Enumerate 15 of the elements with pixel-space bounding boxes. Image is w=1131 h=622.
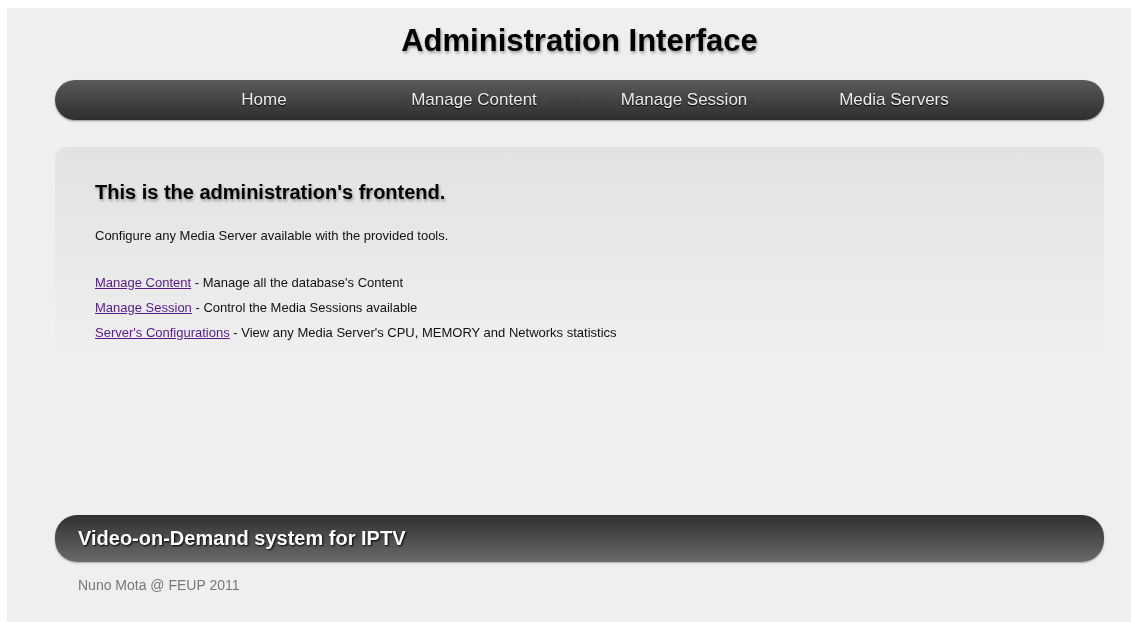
intro-text: Configure any Media Server available with the provided tools.: [95, 228, 450, 243]
page-title: Administration Interface: [401, 24, 758, 60]
nav-link[interactable]: Media Servers: [789, 90, 999, 110]
section-link[interactable]: Manage Session: [95, 300, 192, 315]
nav-link[interactable]: Manage Session: [579, 90, 789, 110]
footer-title: Video-on-Demand system for IPTV: [78, 527, 406, 550]
section-link[interactable]: Manage Content: [95, 275, 192, 290]
section-link[interactable]: Server's Configurations: [95, 325, 230, 340]
link-description: Manage Session - Control the Media Sessions available: [95, 300, 419, 316]
content-heading: This is the administration's frontend.: [95, 181, 447, 204]
nav-link[interactable]: Home: [159, 90, 369, 110]
link-description: Manage Content - Manage all the database's Content: [95, 275, 405, 291]
nav-link[interactable]: Manage Content: [369, 90, 579, 110]
footer-credit: Nuno Mota @ FEUP 2011: [78, 577, 241, 593]
link-description: Server's Configurations - View any Media Server's CPU, MEMORY and Networks statistics: [95, 325, 618, 341]
